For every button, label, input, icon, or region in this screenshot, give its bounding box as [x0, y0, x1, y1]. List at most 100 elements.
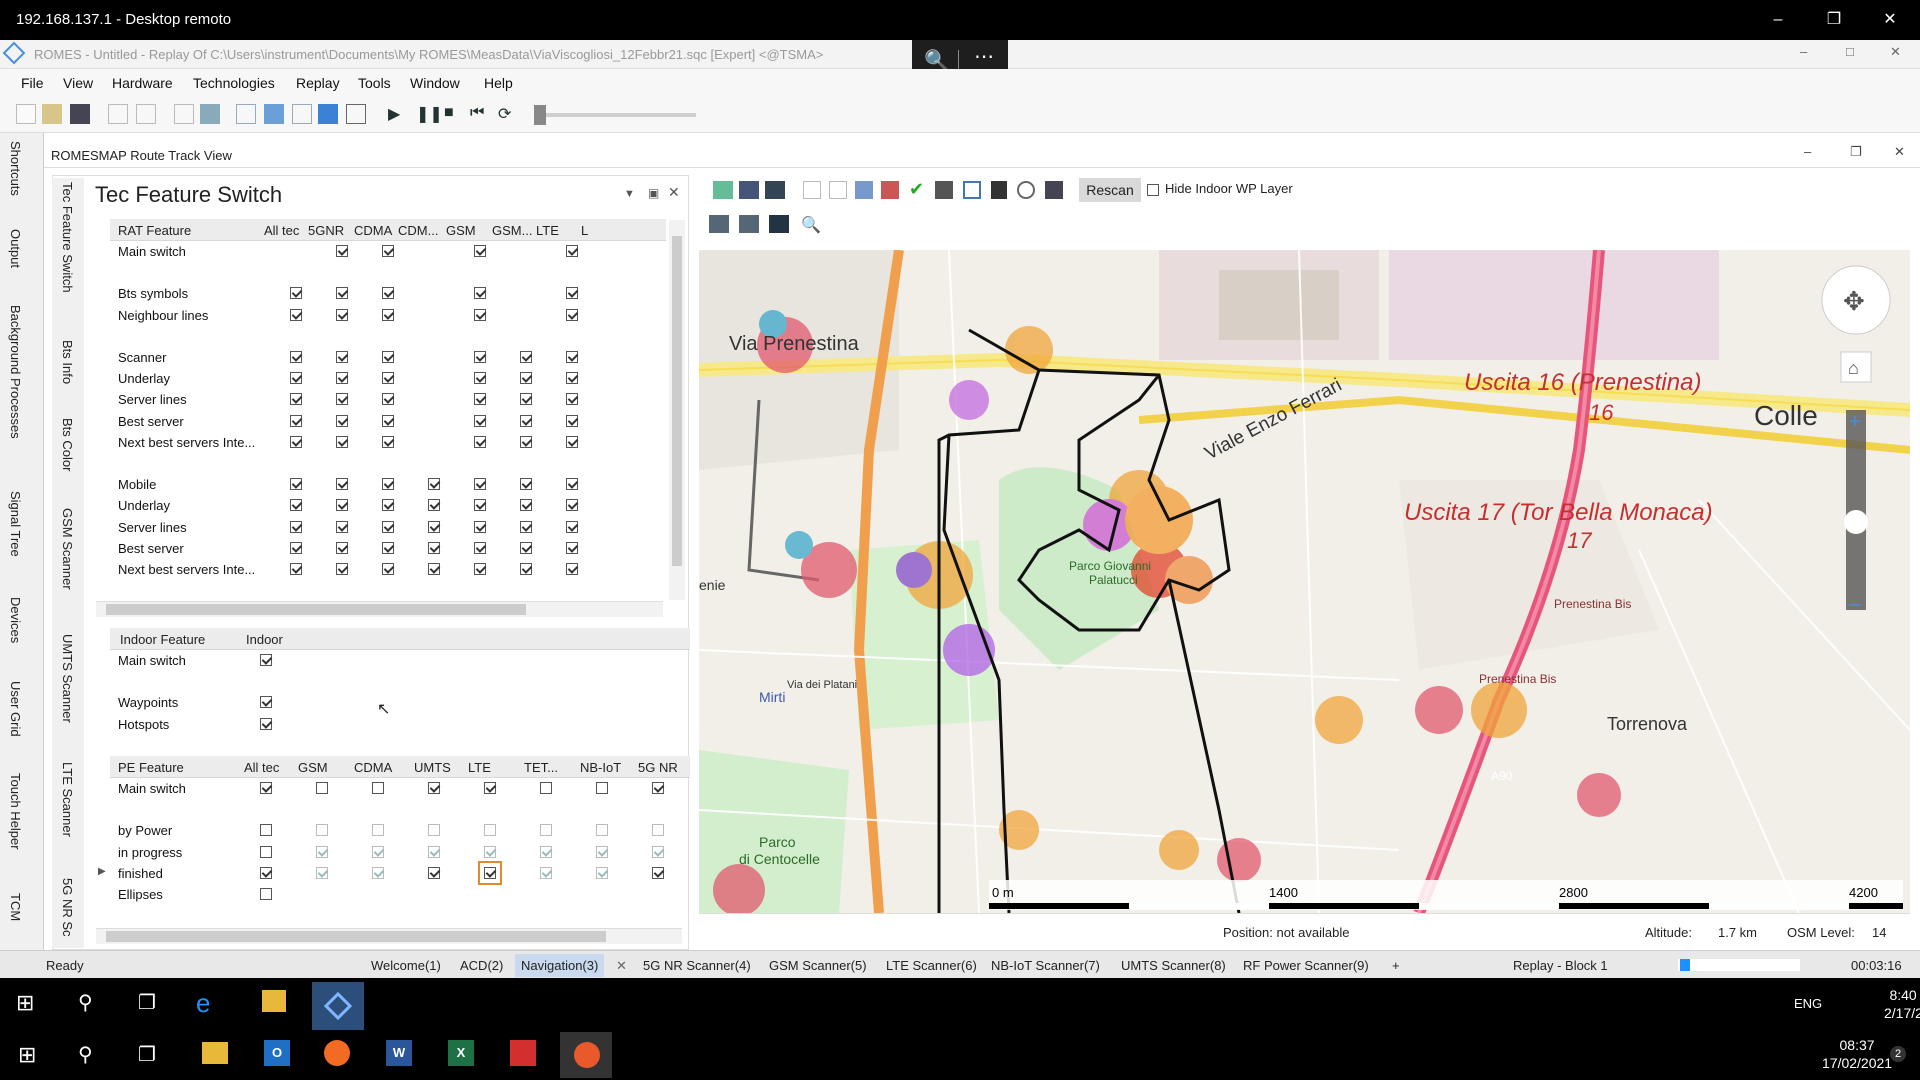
pe-checkbox[interactable] [596, 866, 608, 879]
pe-checkbox[interactable] [372, 866, 384, 879]
tab-bts-info[interactable]: Bts Info [60, 340, 75, 384]
rat-checkbox[interactable] [290, 478, 302, 491]
rat-checkbox[interactable] [336, 287, 348, 300]
rat-checkbox[interactable] [336, 499, 348, 512]
close-icon[interactable]: ✕ [1867, 8, 1913, 32]
open-icon[interactable] [42, 104, 62, 124]
tool-icon[interactable] [108, 104, 128, 124]
map-tool-icon[interactable] [713, 181, 733, 199]
wrench-icon[interactable] [935, 181, 953, 199]
tool-icon[interactable] [318, 104, 338, 124]
pe-checkbox[interactable] [260, 888, 272, 900]
more-icon[interactable]: ⋯ [974, 44, 994, 69]
loop-icon[interactable]: ⟳ [498, 104, 518, 124]
rat-checkbox[interactable] [382, 351, 394, 363]
outlook-icon[interactable]: O [264, 1040, 290, 1066]
rat-checkbox[interactable] [566, 393, 578, 406]
rat-checkbox[interactable] [290, 393, 302, 406]
tab-bts-color[interactable]: Bts Color [60, 418, 75, 471]
rat-checkbox[interactable] [336, 414, 348, 427]
rat-checkbox[interactable] [428, 563, 440, 575]
rat-checkbox[interactable] [382, 287, 394, 300]
pe-checkbox[interactable] [540, 782, 552, 794]
rat-checkbox[interactable] [382, 435, 394, 448]
rat-checkbox[interactable] [566, 499, 578, 512]
rat-vscroll-thumb[interactable] [672, 236, 682, 566]
task-view-icon[interactable]: ❐ [138, 1042, 156, 1067]
pe-checkbox[interactable] [478, 860, 502, 885]
pe-checkbox[interactable] [484, 782, 496, 794]
pe-checkbox[interactable] [260, 845, 272, 858]
doc-tab-close-icon[interactable]: ✕ [616, 958, 627, 974]
rat-checkbox[interactable] [474, 499, 486, 512]
tool-icon[interactable] [264, 104, 284, 124]
rat-checkbox[interactable] [290, 520, 302, 533]
pe-checkbox[interactable] [372, 845, 384, 858]
explorer-icon[interactable] [262, 990, 286, 1012]
rat-checkbox[interactable] [566, 520, 578, 533]
rat-checkbox[interactable] [336, 393, 348, 406]
pin-icon[interactable]: ▣ [648, 186, 659, 200]
rat-checkbox[interactable] [336, 520, 348, 533]
rat-checkbox[interactable] [336, 308, 348, 321]
rat-checkbox[interactable] [336, 372, 348, 385]
notification-badge[interactable]: 2 [1890, 1046, 1906, 1062]
row-expander-icon[interactable]: ▶ [98, 866, 106, 877]
map-search-icon[interactable]: 🔍 [801, 215, 821, 235]
doc-tab-gsm-scanner[interactable]: GSM Scanner(5) [769, 958, 867, 973]
pe-checkbox[interactable] [260, 824, 272, 837]
rat-checkbox[interactable] [382, 245, 394, 257]
rat-checkbox[interactable] [520, 478, 532, 491]
route-map[interactable]: Via Prenestina Viale Enzo Ferrari Uscita… [699, 250, 1910, 913]
rat-checkbox[interactable] [474, 245, 486, 257]
pe-checkbox[interactable] [316, 824, 328, 837]
pe-checkbox[interactable] [428, 866, 440, 879]
rat-checkbox[interactable] [290, 372, 302, 385]
pe-checkbox[interactable] [260, 782, 272, 794]
replay-slider-track[interactable] [536, 113, 696, 117]
rat-checkbox[interactable] [290, 287, 302, 300]
map-tool-icon[interactable] [739, 215, 759, 233]
rat-checkbox[interactable] [474, 541, 486, 554]
pe-checkbox[interactable] [372, 782, 384, 794]
pe-checkbox[interactable] [596, 824, 608, 837]
rat-checkbox[interactable] [290, 351, 302, 363]
app-minimize-icon[interactable]: – [1800, 44, 1807, 59]
file-explorer-icon[interactable] [202, 1042, 228, 1064]
hide-indoor-checkbox[interactable] [1147, 184, 1159, 196]
app-maximize-icon[interactable]: □ [1846, 44, 1854, 59]
menu-tools[interactable]: Tools [358, 75, 391, 91]
rat-checkbox[interactable] [382, 520, 394, 533]
rat-checkbox[interactable] [336, 351, 348, 363]
rat-checkbox[interactable] [336, 541, 348, 554]
restore-icon[interactable]: ❐ [1811, 8, 1857, 32]
romes-taskbar-icon[interactable] [312, 982, 364, 1030]
rat-vertical-scrollbar[interactable] [669, 220, 685, 600]
menu-help[interactable]: Help [484, 75, 513, 91]
indoor-checkbox[interactable] [260, 717, 272, 730]
menu-view[interactable]: View [63, 75, 93, 91]
pe-checkbox[interactable] [316, 845, 328, 858]
rat-checkbox[interactable] [290, 435, 302, 448]
doc-tab-navigation[interactable]: Navigation(3) [515, 954, 605, 977]
rat-checkbox[interactable] [382, 308, 394, 321]
excel-icon[interactable]: X [448, 1040, 474, 1066]
map-tool-icon[interactable] [769, 215, 789, 233]
indoor-checkbox[interactable] [260, 696, 272, 709]
pe-checkbox[interactable] [428, 782, 440, 794]
pe-checkbox[interactable] [540, 824, 552, 837]
tab-user-grid[interactable]: User Grid [8, 681, 23, 737]
dropdown-icon[interactable]: ▼ [624, 188, 635, 200]
pe-checkbox[interactable] [484, 845, 496, 858]
rat-checkbox[interactable] [520, 563, 532, 575]
rat-checkbox[interactable] [566, 351, 578, 363]
rat-checkbox[interactable] [336, 563, 348, 575]
rat-checkbox[interactable] [290, 541, 302, 554]
rat-checkbox[interactable] [474, 414, 486, 427]
rat-checkbox[interactable] [566, 563, 578, 575]
rat-checkbox[interactable] [520, 351, 532, 363]
rat-horizontal-scrollbar[interactable] [96, 601, 663, 617]
rat-checkbox[interactable] [382, 372, 394, 385]
rat-checkbox[interactable] [520, 393, 532, 406]
tab-tcm[interactable]: TCM [8, 893, 23, 921]
